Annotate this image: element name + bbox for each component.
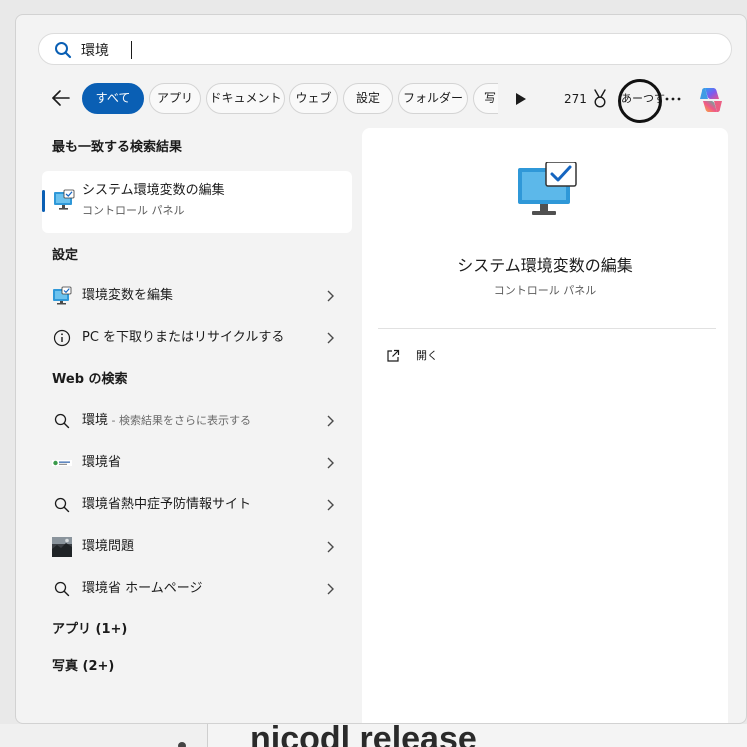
settings-item-edit-env-vars[interactable]: 環境変数を編集 bbox=[42, 276, 352, 316]
photos-section-heading[interactable]: 写真 (2+) bbox=[52, 659, 114, 675]
search-icon bbox=[54, 413, 70, 429]
chevron-right-icon bbox=[327, 583, 334, 595]
background-text: nicodl release bbox=[250, 722, 477, 747]
back-arrow-icon[interactable] bbox=[50, 87, 72, 109]
search-icon bbox=[54, 497, 70, 513]
filter-tab-apps[interactable]: アプリ bbox=[149, 83, 201, 114]
text-caret bbox=[131, 41, 132, 59]
preview-pane: システム環境変数の編集 コントロール パネル 開く bbox=[362, 128, 728, 723]
filter-tab-all[interactable]: すべて bbox=[82, 83, 144, 114]
chevron-right-icon bbox=[327, 457, 334, 469]
web-section-heading: Web の検索 bbox=[52, 372, 128, 387]
chevron-right-icon bbox=[327, 290, 334, 302]
control-panel-icon bbox=[53, 286, 72, 305]
chevron-right-icon bbox=[327, 332, 334, 344]
best-match-title: システム環境変数の編集 bbox=[82, 183, 225, 198]
filter-tab-settings[interactable]: 設定 bbox=[343, 83, 393, 114]
image-thumbnail-icon bbox=[52, 537, 72, 557]
web-item-ministry-homepage[interactable]: 環境省 ホームページ bbox=[42, 569, 352, 609]
site-logo-icon bbox=[52, 460, 72, 466]
web-item-kankyosho[interactable]: 環境省 bbox=[42, 443, 352, 483]
open-external-icon bbox=[387, 349, 400, 362]
web-item-heatstroke-site[interactable]: 環境省熱中症予防情報サイト bbox=[42, 485, 352, 525]
apps-section-heading[interactable]: アプリ (1+) bbox=[52, 622, 127, 638]
filter-tab-folders[interactable]: フォルダー bbox=[398, 83, 468, 114]
copilot-icon[interactable] bbox=[696, 85, 726, 115]
best-match-subtitle: コントロール パネル bbox=[82, 204, 185, 217]
open-label: 開く bbox=[416, 349, 438, 362]
selection-indicator bbox=[42, 190, 45, 212]
preview-subtitle: コントロール パネル bbox=[493, 284, 597, 297]
settings-item-trade-in-pc[interactable]: PC を下取りまたはリサイクルする bbox=[42, 318, 352, 358]
preview-title: システム環境変数の編集 bbox=[457, 256, 633, 275]
web-item-kankyo[interactable]: 環境 - 検索結果をさらに表示する bbox=[42, 401, 352, 441]
web-item-label: 環境 - 検索結果をさらに表示する bbox=[82, 413, 251, 428]
search-icon bbox=[55, 42, 72, 59]
search-input[interactable] bbox=[81, 38, 681, 62]
control-panel-large-icon bbox=[518, 162, 577, 215]
search-icon bbox=[54, 581, 70, 597]
web-item-environmental-issues[interactable]: 環境問題 bbox=[42, 527, 352, 567]
search-panel: すべて アプリ ドキュメント ウェブ 設定 フォルダー 写 271 あーつす bbox=[15, 14, 747, 724]
control-panel-icon bbox=[54, 189, 75, 210]
settings-item-label: PC を下取りまたはリサイクルする bbox=[82, 330, 285, 345]
best-match-heading: 最も一致する検索結果 bbox=[52, 140, 183, 155]
filter-tab-photos[interactable]: 写 bbox=[473, 83, 498, 114]
web-item-hint: - 検索結果をさらに表示する bbox=[108, 414, 251, 427]
chevron-right-icon bbox=[327, 541, 334, 553]
info-icon bbox=[53, 329, 71, 347]
annotation-circle bbox=[618, 79, 662, 123]
medal-icon[interactable] bbox=[592, 89, 608, 109]
search-box[interactable] bbox=[38, 33, 732, 65]
play-icon[interactable] bbox=[514, 91, 528, 107]
settings-item-label: 環境変数を編集 bbox=[82, 288, 174, 303]
divider bbox=[378, 328, 716, 329]
chevron-right-icon bbox=[327, 499, 334, 511]
filter-tab-documents[interactable]: ドキュメント bbox=[206, 83, 285, 114]
best-match-result[interactable]: システム環境変数の編集 コントロール パネル bbox=[42, 171, 352, 233]
chevron-right-icon bbox=[327, 415, 334, 427]
open-action[interactable]: 開く bbox=[386, 346, 506, 368]
web-item-label: 環境問題 bbox=[82, 539, 135, 554]
settings-section-heading: 設定 bbox=[52, 248, 79, 263]
filter-tab-web[interactable]: ウェブ bbox=[289, 83, 338, 114]
background-dot bbox=[178, 742, 186, 747]
more-options-icon[interactable] bbox=[665, 97, 681, 101]
web-item-label: 環境省熱中症予防情報サイト bbox=[82, 497, 252, 512]
web-item-label: 環境省 ホームページ bbox=[82, 581, 203, 596]
background-window-left bbox=[0, 724, 208, 747]
filter-tabs: すべて アプリ ドキュメント ウェブ 設定 フォルダー 写 bbox=[82, 83, 498, 115]
rewards-points: 271 bbox=[564, 92, 587, 106]
web-item-label: 環境省 bbox=[82, 455, 122, 470]
